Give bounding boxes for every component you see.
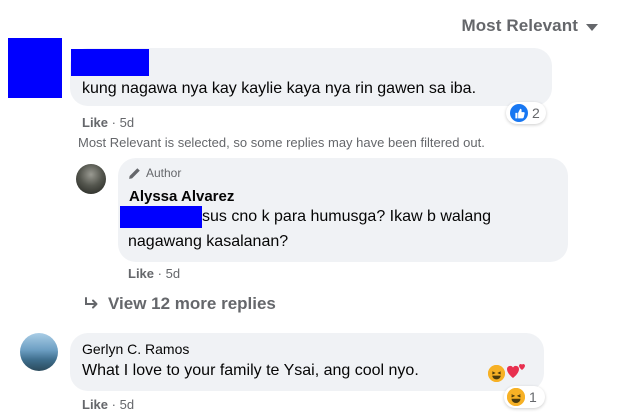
reaction-count: 2 [532,105,540,121]
reply-text-line-2: nagawang kasalanan? [128,233,289,250]
view-more-replies-label: View 12 more replies [108,294,276,313]
comment-timestamp[interactable]: 5d [120,115,134,130]
comment-actions: Like · 5d [82,115,134,130]
like-button[interactable]: Like [82,397,108,412]
reaction-count: 1 [529,389,537,405]
inline-emojis [488,362,528,385]
reply-actions: Like · 5d [128,266,180,281]
comment-timestamp[interactable]: 5d [120,397,134,412]
sort-menu-button[interactable]: Most Relevant [461,16,598,36]
like-button[interactable]: Like [82,115,108,130]
reply-author-name[interactable]: Alyssa Alvarez [129,188,234,205]
comment-text: kung nagawa nya kay kaylie kaya nya rin … [82,80,477,97]
laughing-emoji-icon [488,365,505,382]
avatar-redacted[interactable] [8,38,62,98]
author-badge-label: Author [146,166,182,180]
reply-timestamp[interactable]: 5d [166,266,180,281]
reaction-summary[interactable]: 2 [506,102,546,124]
reply-arrow-icon [85,297,98,309]
avatar[interactable] [20,333,58,371]
commenter-name[interactable]: Gerlyn C. Ramos [82,341,189,357]
reaction-summary[interactable]: 1 [504,386,545,408]
like-button[interactable]: Like [128,266,154,281]
commenter-name-redacted[interactable] [71,49,149,76]
reply-text-line-1: sus cno k para humusga? Ikaw b walang [202,208,492,225]
author-badge: Author [128,166,181,180]
like-reaction-icon [510,104,528,122]
hearts-emoji-icon [506,362,528,385]
meta-separator: · [111,397,120,412]
haha-reaction-icon [507,388,525,406]
meta-separator: · [157,266,166,281]
chevron-down-icon [586,23,598,31]
tagged-name-redacted[interactable] [120,206,202,228]
comment-actions: Like · 5d [82,397,134,412]
sort-label: Most Relevant [461,16,578,35]
avatar[interactable] [76,164,106,194]
view-more-replies-button[interactable]: View 12 more replies [84,294,276,314]
filter-notice: Most Relevant is selected, so some repli… [78,135,485,150]
comment-text: What I love to your family te Ysai, ang … [82,362,419,379]
meta-separator: · [111,115,120,130]
pencil-icon [129,167,140,179]
